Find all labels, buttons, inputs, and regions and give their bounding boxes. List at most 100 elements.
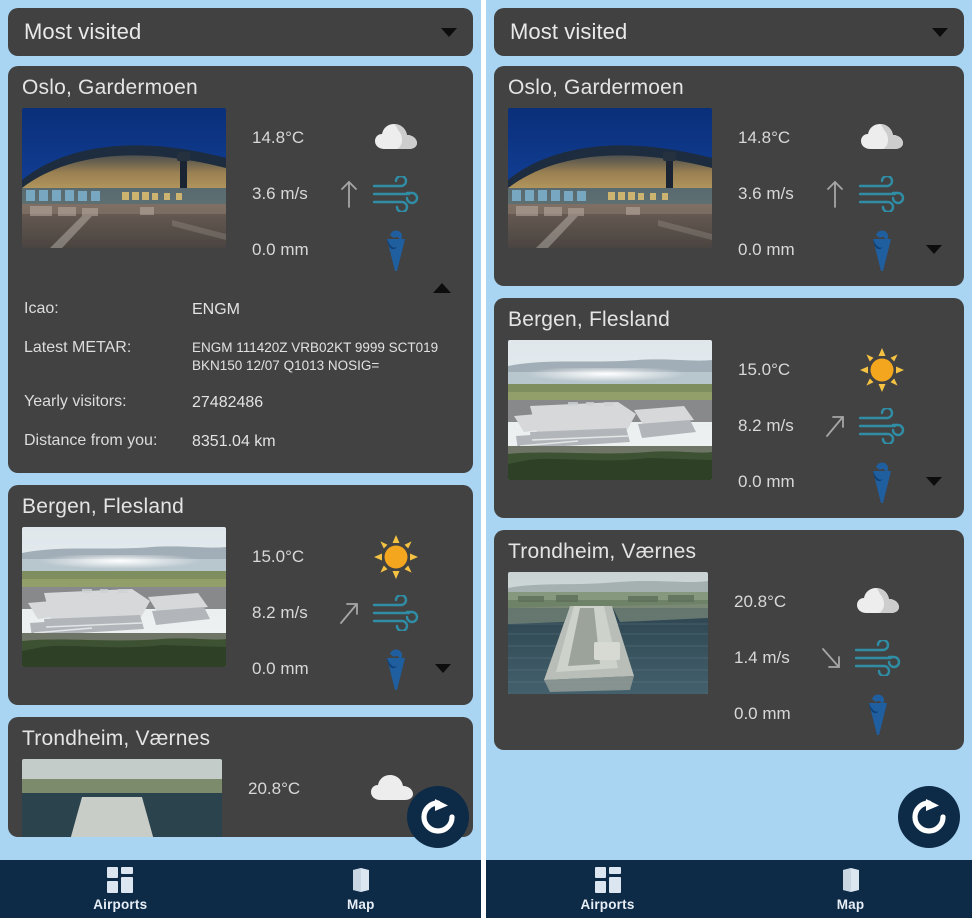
bottom-navigation-left: Airports Map [0,860,481,918]
airport-card-trondheim[interactable]: Trondheim, Værnes 20.8°C 1.4 m/s 0.0 mm [494,530,964,750]
cloud-icon [366,773,418,805]
nav-label: Airports [93,896,148,912]
precipitation-value: 0.0 mm [252,240,309,259]
airport-card-body: 15.0°C 8.2 m/s 0.0 mm [508,340,950,510]
temperature-row: 15.0°C [738,342,950,398]
umbrella-icon [370,646,422,692]
filter-dropdown-label: Most visited [510,19,628,44]
arrow-up-icon [328,179,370,209]
collapse-toggle-oslo[interactable] [429,262,455,293]
refresh-icon [912,799,946,834]
airport-card-oslo[interactable]: Oslo, Gardermoen [494,66,964,286]
weather-metrics: 14.8°C 3.6 m/s 0.0 mm [226,108,459,278]
chevron-down-icon [435,663,451,690]
wind-speed-value: 3.6 m/s [738,184,794,203]
weather-metrics: 15.0°C 8.2 m/s 0.0 mm [712,340,950,510]
precipitation-value: 0.0 mm [734,704,791,723]
map-icon [352,867,369,892]
expand-toggle-bergen[interactable] [431,663,455,695]
wind-icon [856,408,908,444]
wind-row: 1.4 m/s [734,630,950,686]
airport-card-body: 15.0°C 8.2 m/s 0.0 mm [22,526,459,697]
nav-item-map[interactable]: Map [241,860,482,918]
filter-dropdown-right[interactable]: Most visited [494,8,964,56]
wind-icon [852,640,904,676]
airport-name: Bergen, Flesland [508,308,670,331]
airport-card-trondheim[interactable]: Trondheim, Værnes 20.8°C [8,716,473,837]
precipitation-value: 0.0 mm [738,240,795,259]
wind-speed-value: 1.4 m/s [734,648,790,667]
nav-item-map[interactable]: Map [729,860,972,918]
wind-speed-value: 3.6 m/s [252,184,308,203]
precipitation-value: 0.0 mm [252,658,309,678]
temperature-value: 15.0°C [738,360,791,379]
airport-name: Trondheim, Værnes [22,726,211,750]
wind-icon [856,176,908,212]
nav-item-airports[interactable]: Airports [0,860,241,918]
wind-row: 8.2 m/s [738,398,950,454]
airport-list-right[interactable]: Most visited Oslo, Gardermoen 14.8°C 3.6… [486,0,972,860]
precipitation-row: 0.0 mm [738,454,950,510]
airport-card-body: 14.8°C 3.6 m/s 0.0 mm [508,108,950,278]
wind-icon [370,594,422,631]
temperature-row: 20.8°C [734,574,950,630]
detail-key: Latest METAR: [24,338,132,356]
chevron-down-icon [441,27,457,37]
detail-value: 8351.04 km [192,433,276,451]
temperature-value: 20.8°C [734,592,787,611]
weather-metrics: 15.0°C 8.2 m/s 0.0 mm [226,527,459,697]
chevron-up-icon [433,266,451,293]
arrow-up-icon [814,179,856,209]
detail-value: ENGM [192,301,240,318]
umbrella-icon [370,227,422,273]
weather-metrics: 14.8°C 3.6 m/s 0.0 mm [712,108,950,278]
nav-label: Map [836,896,865,912]
cloud-icon [370,122,422,154]
detail-row-metar: Latest METAR: ENGM 111420Z VRB02KT 9999 … [24,339,457,375]
airport-card-oslo[interactable]: Oslo, Gardermoen [8,66,473,473]
airport-name: Oslo, Gardermoen [22,76,198,99]
umbrella-icon [856,227,908,273]
nav-item-airports[interactable]: Airports [486,860,729,918]
dashboard-grid-icon [107,866,134,893]
arrow-up-right-icon [814,412,856,440]
detail-value: ENGM 111420Z VRB02KT 9999 SCT019 BKN150 … [192,339,439,374]
temperature-row: 14.8°C [252,110,459,166]
wind-speed-value: 8.2 m/s [738,416,794,435]
temperature-value: 15.0°C [252,546,305,566]
bottom-navigation-right: Airports Map [486,860,972,918]
refresh-fab-right[interactable] [898,786,960,848]
bergen-airport-photo [22,526,226,667]
panel-right: Most visited Oslo, Gardermoen 14.8°C 3.6… [486,0,972,918]
detail-key: Yearly visitors: [24,393,127,411]
detail-row-distance: Distance from you: 8351.04 km [24,432,457,453]
expand-toggle-bergen[interactable] [922,477,946,508]
temperature-row: 15.0°C [252,529,459,585]
wind-row: 8.2 m/s [252,585,459,641]
bergen-airport-photo [508,340,712,480]
airport-card-body: 20.8°C [22,758,459,837]
detail-key: Distance from you: [24,432,158,450]
wind-row: 3.6 m/s [738,166,950,222]
map-icon [842,867,859,892]
expand-toggle-oslo[interactable] [922,245,946,276]
filter-dropdown-left[interactable]: Most visited [8,8,473,56]
temperature-value: 14.8°C [738,128,791,147]
airport-card-bergen[interactable]: Bergen, Flesland 15.0°C 8.2 m/s 0.0 mm [8,484,473,705]
airport-card-bergen[interactable]: Bergen, Flesland 15.0°C 8.2 m/s 0.0 mm [494,298,964,518]
wind-row: 3.6 m/s [252,166,459,222]
weather-metrics: 20.8°C 1.4 m/s 0.0 mm [708,572,950,742]
chevron-down-icon [932,27,948,37]
umbrella-icon [852,691,904,737]
dashboard-grid-icon [594,866,621,893]
trondheim-airport-photo [22,758,222,837]
precipitation-row: 0.0 mm [738,222,950,278]
detail-row-visitors: Yearly visitors: 27482486 [24,393,457,414]
refresh-fab-left[interactable] [407,786,469,848]
airport-list-left[interactable]: Most visited Oslo, Gardermoen 14.8°C 3.6… [0,0,481,860]
refresh-icon [421,799,455,834]
airport-card-body: 14.8°C 3.6 m/s 0.0 mm [22,108,459,278]
nav-label: Map [346,896,375,912]
wind-speed-value: 8.2 m/s [252,602,308,622]
wind-icon [370,176,422,212]
